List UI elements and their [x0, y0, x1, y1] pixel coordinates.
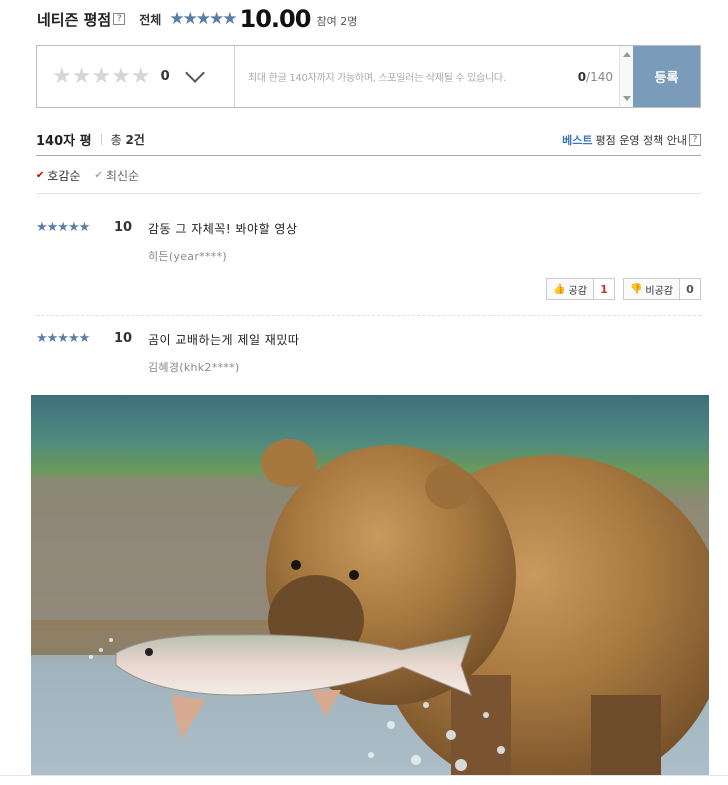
page-bottom-divider	[0, 775, 728, 776]
policy-help-icon[interactable]: ?	[689, 133, 701, 146]
thumbs-down-icon: 👎	[629, 283, 643, 295]
sort-bar: ✔ 호감순 ✔ 최신순	[36, 157, 701, 194]
total-prefix: 총	[110, 133, 126, 147]
total-value: 2건	[125, 133, 145, 147]
review-input-box: ★★★★★ 0 최대 한글 140자까지 가능하며, 스포일러는 삭제될 수 있…	[36, 45, 701, 108]
review-score: 10	[114, 220, 133, 235]
review-stars-icon: ★★★★★	[36, 331, 90, 346]
policy-link[interactable]: 베스트 평점 운영 정책 안내 ?	[562, 132, 701, 148]
review-divider	[36, 315, 701, 316]
sort-like[interactable]: ✔ 호감순	[36, 167, 81, 184]
chevron-down-icon[interactable]	[184, 62, 205, 83]
like-button[interactable]: 👍 공감	[546, 278, 594, 300]
sort-recent[interactable]: ✔ 최신순	[95, 167, 140, 184]
check-icon: ✔	[36, 169, 45, 181]
review-author[interactable]: 김혜경(khk2****)	[148, 359, 240, 375]
rating-header: 네티즌 평점 ? 전체 ★★★★★ 10.00 참여 2명	[37, 4, 357, 34]
review-item: ★★★★★ 10 감동 그 자체꼭! 봐야할 영상 히든(year****) 👍…	[36, 220, 701, 310]
page-title: 네티즌 평점	[37, 10, 112, 29]
bear-salmon-photo	[31, 395, 709, 775]
star-rating-picker[interactable]: ★★★★★ 0	[37, 46, 235, 107]
review-count-bar: 140자 평 총 2건 베스트 평점 운영 정책 안내 ?	[36, 124, 701, 156]
overall-score: 10.00	[239, 5, 312, 33]
textarea-scrollbar[interactable]	[619, 46, 633, 107]
overall-label: 전체	[139, 12, 162, 27]
policy-text: 평점 운영 정책 안내	[595, 133, 687, 147]
char-count-max: /140	[586, 69, 613, 84]
thumbs-up-icon: 👍	[553, 283, 566, 295]
participants-count: 참여 2명	[316, 15, 358, 28]
review-item: ★★★★★ 10 곰이 교배하는게 제일 재밌따 김혜경(khk2****)	[36, 331, 701, 381]
section-title: 140자 평	[36, 134, 92, 149]
review-textarea[interactable]: 최대 한글 140자까지 가능하며, 스포일러는 삭제될 수 있습니다. 0/1…	[235, 46, 633, 107]
total-count: 총 2건	[111, 131, 145, 148]
review-score: 10	[114, 331, 133, 346]
scroll-up-icon[interactable]	[623, 52, 631, 57]
review-author[interactable]: 히든(year****)	[148, 248, 227, 264]
review-text: 감동 그 자체꼭! 봐야할 영상	[148, 222, 298, 236]
scroll-down-icon[interactable]	[623, 96, 631, 101]
char-counter: 0/140	[578, 70, 613, 84]
dislike-count: 0	[679, 278, 701, 300]
policy-best-label: 베스트	[562, 133, 593, 147]
submit-button[interactable]: 등록	[633, 46, 700, 107]
sort-like-label: 호감순	[47, 168, 81, 183]
dislike-label: 비공감	[645, 285, 673, 297]
char-count-current: 0	[577, 69, 587, 84]
vote-row: 👍 공감 1 👎 비공감 0	[546, 278, 701, 300]
empty-stars-icon[interactable]: ★★★★★	[52, 64, 151, 89]
review-placeholder: 최대 한글 140자까지 가능하며, 스포일러는 삭제될 수 있습니다.	[248, 73, 506, 84]
like-count: 1	[592, 278, 615, 300]
sort-recent-label: 최신순	[105, 168, 140, 183]
check-icon: ✔	[94, 169, 103, 181]
review-text: 곰이 교배하는게 제일 재밌따	[148, 333, 300, 347]
overall-stars-icon: ★★★★★	[169, 9, 237, 29]
like-label: 공감	[568, 285, 587, 297]
dislike-button[interactable]: 👎 비공감	[622, 278, 680, 300]
review-stars-icon: ★★★★★	[36, 220, 90, 235]
help-icon[interactable]: ?	[113, 13, 126, 25]
selected-score: 0	[160, 69, 170, 84]
separator	[100, 134, 102, 145]
